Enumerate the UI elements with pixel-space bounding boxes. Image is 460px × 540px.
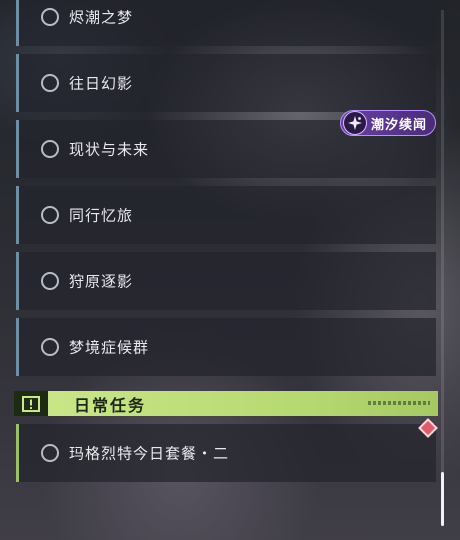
quest-item[interactable]: 同行忆旅 [16, 186, 436, 244]
quest-item[interactable]: 往日幻影 [16, 54, 436, 112]
radio-circle-icon [41, 74, 59, 92]
quest-label: 同行忆旅 [69, 206, 134, 225]
scrollbar-thumb[interactable] [441, 472, 444, 526]
section-title: 日常任务 [74, 395, 147, 415]
radio-circle-icon [41, 338, 59, 356]
quest-item[interactable]: 梦境症候群 [16, 318, 436, 376]
daily-quest-item[interactable]: 玛格烈特今日套餐・二 [16, 424, 436, 482]
quest-item[interactable]: 烬潮之梦 [16, 0, 436, 46]
event-badge[interactable]: 潮汐续闻 [340, 110, 437, 136]
exclamation-icon [14, 391, 48, 416]
radio-circle-icon [41, 140, 59, 158]
radio-circle-icon [41, 206, 59, 224]
scrollbar-track[interactable] [441, 10, 444, 526]
header-decoration [368, 401, 430, 405]
quest-label: 狩原逐影 [69, 272, 134, 291]
quest-label: 玛格烈特今日套餐・二 [69, 444, 230, 463]
radio-circle-icon [41, 272, 59, 290]
quest-item[interactable]: 狩原逐影 [16, 252, 436, 310]
badge-label: 潮汐续闻 [371, 117, 428, 133]
quest-label: 现状与未来 [69, 140, 150, 159]
daily-section-header: 日常任务 [14, 391, 438, 416]
radio-circle-icon [41, 8, 59, 26]
radio-circle-icon [41, 444, 59, 462]
quest-label: 烬潮之梦 [69, 8, 134, 27]
quest-label: 往日幻影 [69, 74, 134, 93]
quest-label: 梦境症候群 [69, 338, 150, 357]
sparkle-icon [343, 111, 367, 135]
quest-list: 烬潮之梦 往日幻影 现状与未来 同行忆旅 狩原逐影 梦境症候群 玛格烈特今日套餐… [16, 0, 436, 540]
